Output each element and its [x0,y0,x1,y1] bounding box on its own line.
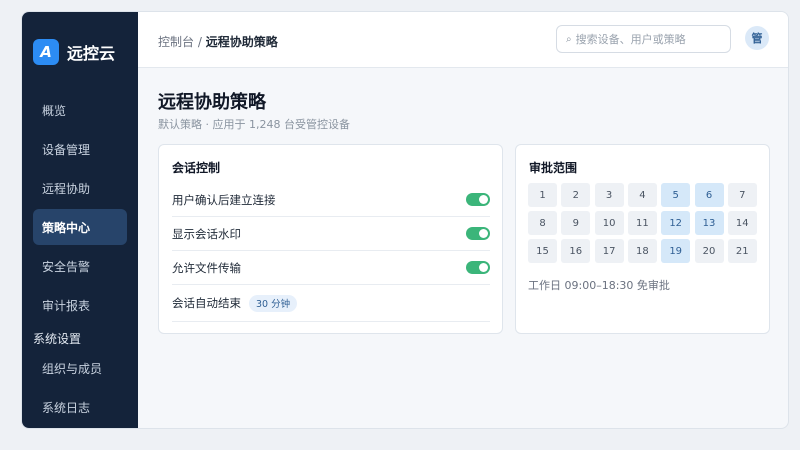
sidebar-item-label: 审计报表 [42,298,91,313]
day-cell[interactable]: 12 [661,211,691,235]
sidebar-item-label: 远程协助 [42,181,91,196]
day-cell[interactable]: 14 [727,211,757,235]
sidebar-item-audit-reports[interactable]: 审计报表 [33,287,127,323]
sidebar-item-label: 策略中心 [42,220,91,235]
search-placeholder: 搜索设备、用户或策略 [575,33,686,46]
day-cell[interactable]: 19 [661,239,691,263]
sidebar-item-overview[interactable]: 概览 [33,92,127,128]
day-cell[interactable]: 9 [561,211,591,235]
search-input[interactable]: ⌕ 搜索设备、用户或策略 [556,25,731,53]
sidebar-item-policy-center[interactable]: 策略中心 [33,209,127,245]
watermark-toggle[interactable] [466,227,490,240]
day-cell[interactable]: 15 [528,239,557,263]
day-cell[interactable]: 17 [594,239,624,263]
search-icon: ⌕ [566,33,572,45]
setting-row: 用户确认后建立连接 [172,183,490,217]
day-cell[interactable]: 8 [528,211,557,235]
day-cell[interactable]: 18 [627,239,657,263]
confirm-connection-toggle[interactable] [466,193,490,206]
brand-name: 远控云 [67,44,116,63]
sidebar-item-label: 系统日志 [42,400,91,415]
sidebar-item-system-logs[interactable]: 系统日志 [33,389,127,425]
day-cell[interactable]: 6 [694,183,724,207]
day-cell[interactable]: 5 [661,183,691,207]
sidebar-group-label: 系统设置 [33,332,82,346]
main-content: 控制台 / 远程协助策略 ⌕ 搜索设备、用户或策略 管 远程协助策略 默认策略 … [138,12,788,428]
app-window: A 远控云 概览 设备管理 远程协助 策略中心 安全告警 审计报表 系统设置 组… [21,11,789,429]
setting-label: 用户确认后建立连接 [172,192,276,207]
topbar: 控制台 / 远程协助策略 ⌕ 搜索设备、用户或策略 管 [138,12,788,68]
day-cell[interactable]: 20 [694,239,724,263]
file-transfer-toggle[interactable] [466,261,490,274]
setting-label: 显示会话水印 [172,226,241,241]
breadcrumb-separator: / [197,35,202,49]
breadcrumb-root[interactable]: 控制台 [158,35,194,49]
setting-label: 允许文件传输 [172,260,241,275]
card-title: 审批范围 [529,161,578,175]
page-subtitle: 默认策略 · 应用于 1,248 台受管控设备 [158,118,350,131]
brand-logo: A [33,39,59,65]
sidebar-item-label: 组织与成员 [42,361,103,376]
page-title: 远程协助策略 [158,92,266,113]
day-cell[interactable]: 10 [594,211,624,235]
sidebar-item-label: 概览 [42,103,67,118]
day-cell[interactable]: 13 [694,211,724,235]
approval-scope-card: 审批范围 1 2 3 4 5 6 7 8 9 10 11 12 13 14 15 16 17 18 19 20 21 工… [515,144,770,334]
day-cell[interactable]: 1 [528,183,557,207]
sidebar: A 远控云 概览 设备管理 远程协助 策略中心 安全告警 审计报表 系统设置 组… [22,12,138,428]
day-cell[interactable]: 16 [561,239,591,263]
breadcrumb-current: 远程协助策略 [205,35,278,49]
sidebar-item-remote-assist[interactable]: 远程协助 [33,170,127,206]
day-cell[interactable]: 7 [727,183,757,207]
session-control-card: 会话控制 用户确认后建立连接 显示会话水印 允许文件传输 会话自动结束 30 分… [158,144,503,334]
approval-note: 工作日 09:00–18:30 免审批 [528,279,670,292]
sidebar-item-devices[interactable]: 设备管理 [33,131,127,167]
sidebar-item-security-alerts[interactable]: 安全告警 [33,248,127,284]
brand[interactable]: A 远控云 [33,39,115,65]
card-title: 会话控制 [172,161,221,175]
day-cell[interactable]: 4 [627,183,657,207]
sidebar-item-label: 设备管理 [42,142,91,157]
day-cell[interactable]: 3 [594,183,624,207]
setting-label: 会话自动结束 [172,296,241,310]
auto-end-duration-badge[interactable]: 30 分钟 [249,294,298,312]
sidebar-item-label: 安全告警 [42,259,91,274]
setting-row: 显示会话水印 [172,217,490,251]
setting-row: 允许文件传输 [172,251,490,285]
setting-row: 会话自动结束 30 分钟 [172,285,490,322]
day-cell[interactable]: 11 [627,211,657,235]
avatar[interactable]: 管 [745,26,769,50]
breadcrumb: 控制台 / 远程协助策略 [158,33,278,50]
day-cell[interactable]: 21 [727,239,757,263]
day-cell[interactable]: 2 [561,183,591,207]
sidebar-item-org-members[interactable]: 组织与成员 [33,350,127,386]
